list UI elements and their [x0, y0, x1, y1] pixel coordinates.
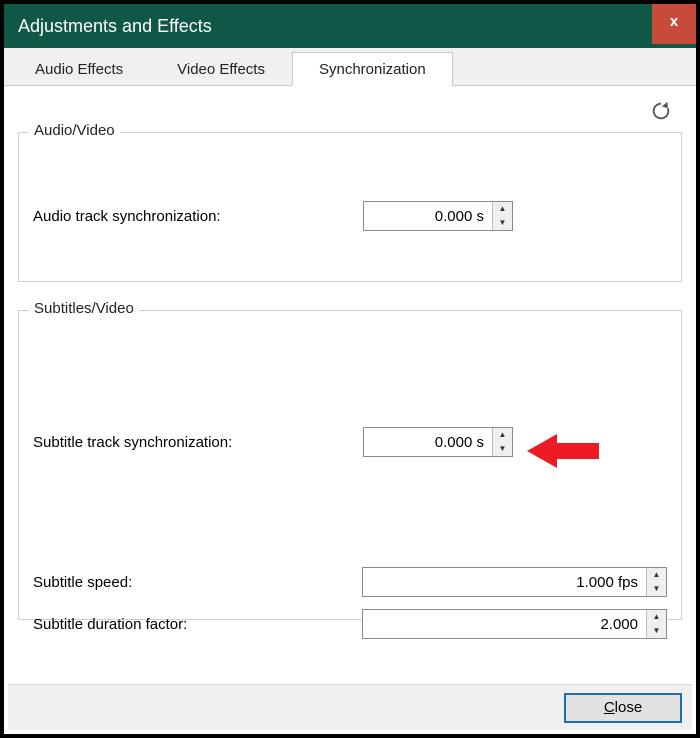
- tab-synchronization[interactable]: Synchronization: [292, 52, 453, 86]
- label-audio-sync: Audio track synchronization:: [33, 208, 363, 225]
- tab-video-effects[interactable]: Video Effects: [150, 52, 292, 86]
- spin-down-button[interactable]: ▼: [493, 216, 512, 230]
- label-subtitle-factor: Subtitle duration factor:: [33, 616, 362, 633]
- close-button-mnemonic: C: [604, 699, 615, 716]
- subtitle-sync-spinbox[interactable]: 0.000 s ▲ ▼: [363, 427, 513, 457]
- spin-arrows: ▲ ▼: [492, 428, 512, 456]
- group-subtitles-video: Subtitles/Video Subtitle track synchroni…: [18, 310, 682, 620]
- label-subtitle-sync: Subtitle track synchronization:: [33, 434, 363, 451]
- group-legend-audio-video: Audio/Video: [29, 122, 120, 139]
- subtitle-speed-value: 1.000 fps: [363, 574, 646, 591]
- label-subtitle-speed: Subtitle speed:: [33, 574, 362, 591]
- spin-arrows: ▲ ▼: [646, 568, 666, 596]
- refresh-button[interactable]: [650, 100, 672, 122]
- audio-sync-spinbox[interactable]: 0.000 s ▲ ▼: [363, 201, 513, 231]
- tab-label: Video Effects: [177, 61, 265, 78]
- spin-down-button[interactable]: ▼: [647, 624, 666, 638]
- tab-audio-effects[interactable]: Audio Effects: [8, 52, 150, 86]
- spin-arrows: ▲ ▼: [646, 610, 666, 638]
- window-close-button[interactable]: x: [652, 4, 696, 44]
- tab-content-synchronization: Audio/Video Audio track synchronization:…: [4, 86, 696, 620]
- spin-down-button[interactable]: ▼: [493, 442, 512, 456]
- spin-up-button[interactable]: ▲: [647, 610, 666, 624]
- group-legend-subtitles-video: Subtitles/Video: [29, 300, 139, 317]
- spin-up-button[interactable]: ▲: [647, 568, 666, 582]
- spin-down-button[interactable]: ▼: [647, 582, 666, 596]
- close-icon: x: [670, 13, 678, 30]
- subtitle-factor-spinbox[interactable]: 2.000 ▲ ▼: [362, 609, 667, 639]
- window-title: Adjustments and Effects: [18, 16, 212, 36]
- subtitle-sync-value: 0.000 s: [364, 434, 492, 451]
- tab-label: Synchronization: [319, 61, 426, 78]
- tab-bar: Audio Effects Video Effects Synchronizat…: [4, 48, 696, 86]
- audio-sync-value: 0.000 s: [364, 208, 492, 225]
- close-button-rest: lose: [615, 699, 643, 716]
- group-audio-video: Audio/Video Audio track synchronization:…: [18, 132, 682, 282]
- title-bar: Adjustments and Effects x: [4, 4, 696, 48]
- dialog-button-bar: Close: [8, 684, 692, 730]
- spin-arrows: ▲ ▼: [492, 202, 512, 230]
- subtitle-factor-value: 2.000: [363, 616, 646, 633]
- spin-up-button[interactable]: ▲: [493, 202, 512, 216]
- subtitle-speed-spinbox[interactable]: 1.000 fps ▲ ▼: [362, 567, 667, 597]
- spin-up-button[interactable]: ▲: [493, 428, 512, 442]
- close-button[interactable]: Close: [564, 693, 682, 723]
- refresh-icon: [650, 100, 672, 122]
- tab-label: Audio Effects: [35, 61, 123, 78]
